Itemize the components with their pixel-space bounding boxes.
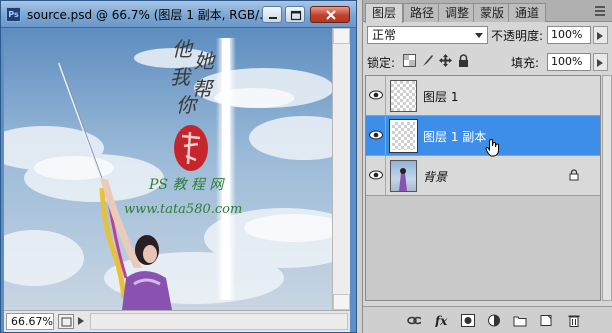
opacity-slider-button[interactable] <box>593 26 608 44</box>
opacity-field[interactable]: 100% <box>547 26 591 44</box>
svg-text:我: 我 <box>170 65 192 89</box>
lock-label: 锁定: <box>367 56 396 70</box>
layer-name[interactable]: 图层 1 副本 <box>423 128 486 145</box>
svg-text:fx: fx <box>435 314 448 327</box>
watermark-url: www.tata580.com <box>124 202 242 217</box>
layer-thumbnail[interactable] <box>390 160 417 192</box>
tab-masks[interactable]: 蒙版 <box>473 3 512 22</box>
lock-icon <box>569 169 579 181</box>
eye-icon <box>369 130 383 140</box>
maximize-button[interactable] <box>285 6 305 23</box>
document-window: Ps source.psd @ 66.7% (图层 1 副本, RGB/... <box>0 0 357 333</box>
blend-mode-value: 正常 <box>372 28 397 42</box>
document-info-icon[interactable] <box>58 314 74 329</box>
fill-label: 填充: <box>511 56 540 70</box>
scroll-down-button[interactable] <box>333 294 350 310</box>
add-layer-mask-icon[interactable] <box>461 314 475 327</box>
new-adjustment-layer-icon[interactable] <box>487 314 501 327</box>
layer-name[interactable]: 背景 <box>423 168 447 185</box>
layer-list: 图层 1 图层 1 副本 背景 <box>365 75 601 301</box>
lock-position-move-icon[interactable] <box>439 54 452 67</box>
panel-menu-icon[interactable] <box>595 6 609 16</box>
status-menu-arrow-icon[interactable] <box>78 317 84 325</box>
document-title: source.psd @ 66.7% (图层 1 副本, RGB/... <box>27 8 271 22</box>
document-title-bar[interactable]: Ps source.psd @ 66.7% (图层 1 副本, RGB/... <box>1 1 356 28</box>
minimize-button[interactable] <box>262 6 282 23</box>
layer-style-fx-icon[interactable]: fx <box>435 314 449 327</box>
fill-field[interactable]: 100% <box>547 53 591 71</box>
vertical-scrollbar[interactable] <box>332 28 350 310</box>
panel-tabs: 图层 路径 调整 蒙版 通道 <box>363 0 612 23</box>
layer-row-layer1[interactable]: 图层 1 <box>366 76 600 116</box>
zoom-level-field[interactable]: 66.67% <box>6 313 54 330</box>
layer-thumbnail[interactable] <box>390 80 417 112</box>
panel-footer-toolbar: fx <box>363 306 612 333</box>
layer-list-scrollbar[interactable] <box>602 75 612 301</box>
layer-row-background[interactable]: 背景 <box>366 156 600 196</box>
svg-text:她: 她 <box>194 49 216 73</box>
chevron-down-icon <box>475 33 483 38</box>
lock-all-icon[interactable] <box>457 54 470 67</box>
layer-thumbnail[interactable] <box>389 119 418 153</box>
red-seal-stamp <box>174 125 208 171</box>
visibility-toggle[interactable] <box>366 156 386 195</box>
horizontal-scrollbar[interactable] <box>90 313 348 330</box>
opacity-label: 不透明度: <box>491 29 544 43</box>
watermark-brand: PS 教 程 网 <box>148 177 225 193</box>
close-button[interactable] <box>310 6 350 23</box>
status-bar: 66.67% <box>4 310 350 332</box>
svg-text:你: 你 <box>176 93 199 117</box>
fill-slider-button[interactable] <box>593 53 608 71</box>
blend-mode-select[interactable]: 正常 <box>367 26 488 44</box>
layer-row-layer1-copy[interactable]: 图层 1 副本 <box>366 116 600 156</box>
tab-adjustments[interactable]: 调整 <box>438 3 477 22</box>
image-canvas[interactable]: 他 她 我 帮 你 PS 教 程 网 www.tata580.com <box>4 28 332 310</box>
eye-icon <box>369 170 383 180</box>
visibility-toggle[interactable] <box>366 76 386 115</box>
tab-paths[interactable]: 路径 <box>403 3 442 22</box>
lock-transparency-icon[interactable] <box>403 54 416 67</box>
photoshop-logo-icon: Ps <box>6 7 21 22</box>
hand-cursor-icon <box>485 139 499 157</box>
new-layer-icon[interactable] <box>539 314 553 327</box>
lock-pixels-brush-icon[interactable] <box>421 54 434 67</box>
delete-layer-trash-icon[interactable] <box>567 314 581 327</box>
tab-layers[interactable]: 图层 <box>365 3 404 23</box>
layer-name[interactable]: 图层 1 <box>423 88 458 105</box>
new-group-folder-icon[interactable] <box>513 314 527 327</box>
layers-panel: 图层 路径 调整 蒙版 通道 正常 不透明度: 100% 锁定: 填充: 100… <box>362 0 612 333</box>
eye-icon <box>369 90 383 100</box>
scroll-up-button[interactable] <box>333 28 350 44</box>
tab-channels[interactable]: 通道 <box>508 3 547 22</box>
visibility-toggle[interactable] <box>366 116 386 155</box>
photoshop-workspace: Ps source.psd @ 66.7% (图层 1 副本, RGB/... <box>0 0 612 333</box>
svg-text:他: 他 <box>172 37 194 61</box>
canvas-artwork: 他 她 我 帮 你 PS 教 程 网 www.tata580.com <box>4 28 332 310</box>
link-layers-icon[interactable] <box>407 314 421 327</box>
